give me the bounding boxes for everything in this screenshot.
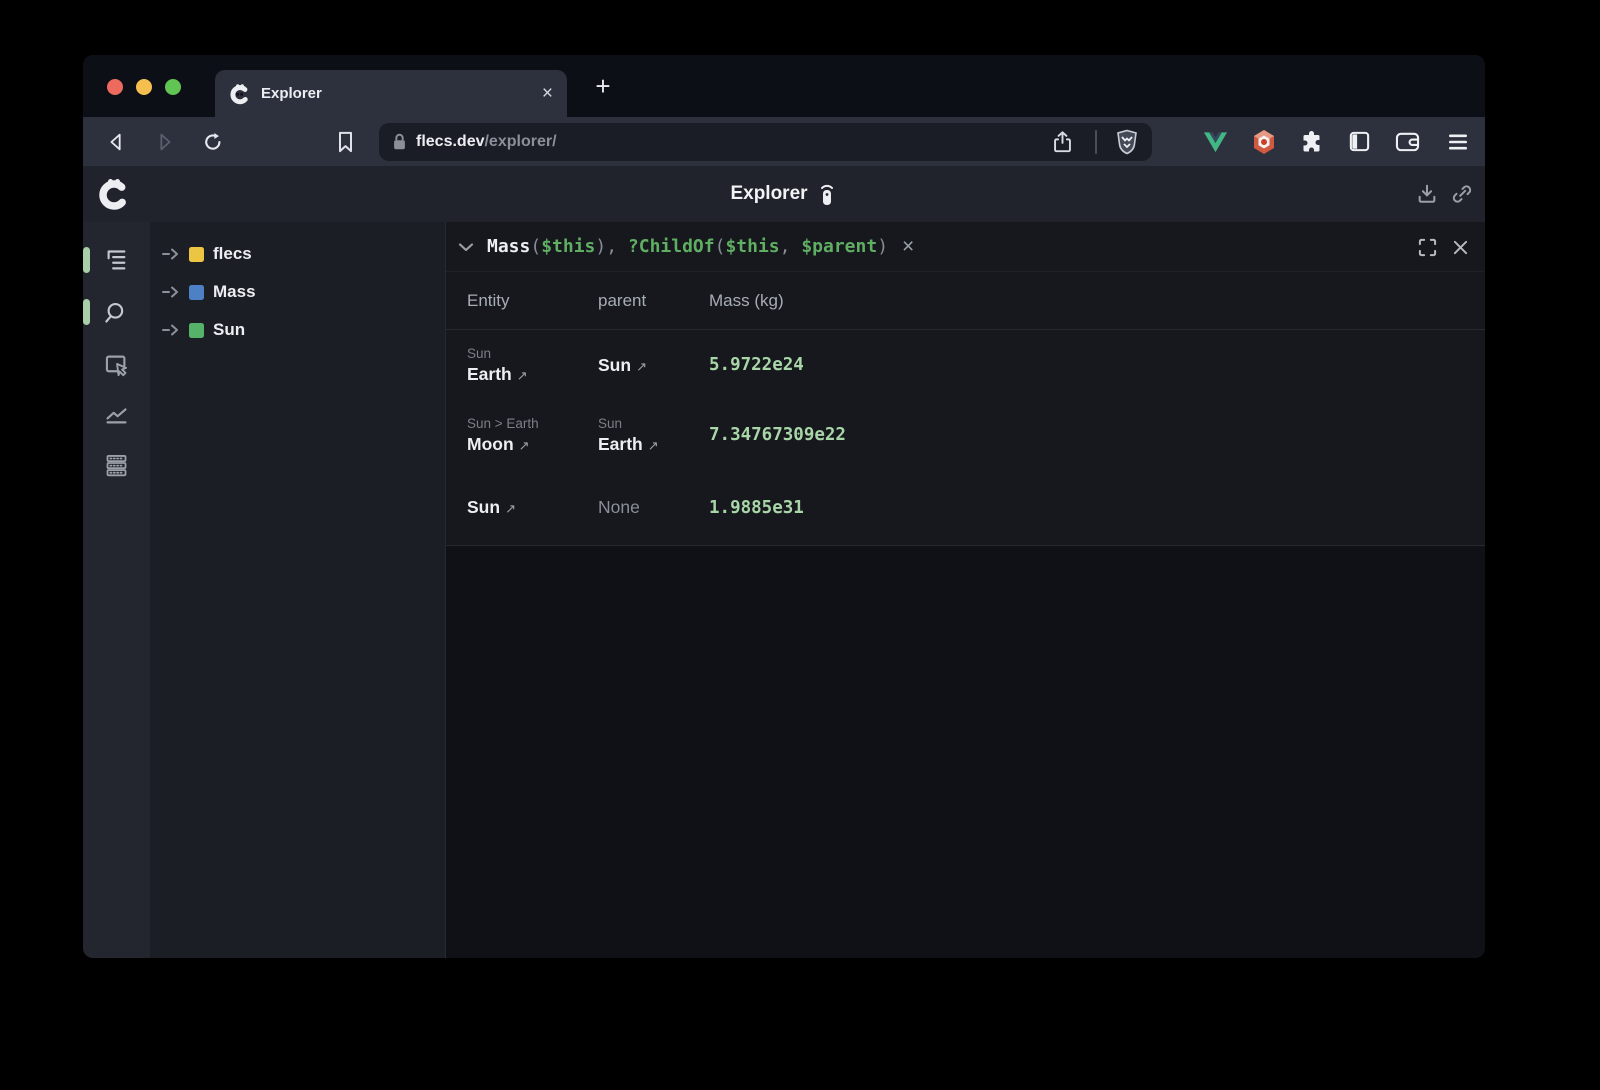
close-window-button[interactable] [107, 79, 123, 95]
tab-title: Explorer [261, 85, 542, 102]
parent-link[interactable]: Earth↗ [598, 433, 709, 456]
query-expression[interactable]: Mass($this), ?ChildOf($this, $parent) [487, 236, 888, 257]
url-path: /explorer/ [484, 133, 556, 151]
browser-tab-explorer[interactable]: Explorer × [215, 70, 567, 117]
tree-item-label: Sun [213, 320, 245, 340]
table-row: Sun > Earth Moon↗ Sun Earth↗ 7.34767309e… [446, 400, 1485, 470]
active-indicator [83, 247, 90, 273]
expand-arrow-icon[interactable] [162, 286, 182, 298]
browser-window: Explorer × + fle [83, 55, 1485, 958]
extensions-puzzle-icon[interactable] [1300, 130, 1324, 154]
module-color-swatch [189, 247, 204, 262]
browser-toolbar: flecs.dev/explorer/ [83, 117, 1485, 166]
sidebar-panel-icon[interactable] [1348, 130, 1371, 153]
inspector-icon[interactable] [103, 351, 130, 378]
flecs-logo-icon [97, 177, 131, 211]
vue-devtools-extension-icon[interactable] [1203, 131, 1228, 153]
external-link-icon: ↗ [505, 501, 516, 516]
stats-chart-icon[interactable] [103, 401, 130, 428]
expand-arrow-icon[interactable] [162, 248, 182, 260]
parent-path: Sun [598, 415, 709, 433]
chevron-down-icon[interactable] [457, 241, 475, 253]
tree-item-mass[interactable]: Mass [150, 273, 445, 311]
new-tab-button[interactable]: + [588, 71, 618, 101]
column-header-entity: Entity [467, 291, 598, 311]
mass-value: 5.9722e24 [709, 355, 1485, 375]
entity-color-swatch [189, 323, 204, 338]
left-icon-sidebar [83, 222, 150, 958]
mass-value: 1.9885e31 [709, 498, 1485, 518]
clear-query-icon[interactable]: × [902, 236, 914, 257]
query-panel-empty-area [446, 546, 1485, 958]
table-row: Sun Earth↗ Sun↗ 5.9722e24 [446, 330, 1485, 400]
query-header: Mass($this), ?ChildOf($this, $parent) × [446, 222, 1485, 272]
component-color-swatch [189, 285, 204, 300]
divider [1095, 130, 1097, 154]
entity-tree-panel: flecs Mass Sun [150, 222, 445, 958]
app-header: Explorer [83, 166, 1485, 222]
results-table-header: Entity parent Mass (kg) [446, 272, 1485, 330]
tree-item-sun[interactable]: Sun [150, 311, 445, 349]
tree-view-icon[interactable] [103, 247, 130, 274]
traffic-lights [107, 79, 181, 95]
tab-strip: Explorer × + [83, 55, 1485, 117]
column-header-mass: Mass (kg) [709, 291, 1485, 311]
remote-connection-icon[interactable] [816, 181, 838, 207]
entity-link[interactable]: Sun↗ [467, 496, 598, 519]
minimize-window-button[interactable] [136, 79, 152, 95]
back-button[interactable] [105, 131, 127, 153]
tree-item-flecs[interactable]: flecs [150, 235, 445, 273]
tree-item-label: Mass [213, 282, 256, 302]
forward-button[interactable] [154, 131, 176, 153]
hexagon-extension-icon[interactable] [1252, 129, 1276, 155]
parent-none-value: None [598, 497, 709, 518]
parent-link[interactable]: Sun↗ [598, 354, 709, 377]
active-indicator [83, 299, 90, 325]
reload-button[interactable] [202, 131, 224, 153]
expand-arrow-icon[interactable] [162, 324, 182, 336]
tab-close-icon[interactable]: × [542, 84, 553, 103]
mass-value: 7.34767309e22 [709, 425, 1485, 445]
page-title: Explorer [730, 183, 807, 205]
url-host: flecs.dev [416, 133, 484, 151]
search-icon[interactable] [103, 299, 130, 326]
external-link-icon: ↗ [519, 438, 530, 453]
external-link-icon: ↗ [648, 438, 659, 453]
entity-parent-path: Sun > Earth [467, 415, 598, 433]
favicon-flecs-logo [229, 83, 251, 105]
tables-memory-icon[interactable] [103, 452, 130, 479]
external-link-icon: ↗ [517, 368, 528, 383]
close-panel-icon[interactable] [1452, 239, 1469, 256]
share-icon[interactable] [1052, 130, 1073, 154]
maximize-window-button[interactable] [165, 79, 181, 95]
wallet-icon[interactable] [1395, 130, 1420, 153]
address-bar[interactable]: flecs.dev/explorer/ [379, 123, 1152, 161]
fullscreen-icon[interactable] [1418, 238, 1437, 257]
external-link-icon: ↗ [636, 359, 647, 374]
download-icon[interactable] [1416, 183, 1438, 205]
query-panel: Mass($this), ?ChildOf($this, $parent) × … [445, 222, 1485, 958]
tree-item-label: flecs [213, 244, 252, 264]
brave-shield-icon[interactable] [1115, 129, 1139, 155]
entity-parent-path: Sun [467, 345, 598, 363]
column-header-parent: parent [598, 291, 709, 311]
bookmark-icon[interactable] [336, 131, 355, 153]
table-row: Sun↗ None 1.9885e31 [446, 470, 1485, 545]
link-icon[interactable] [1451, 183, 1473, 205]
entity-link[interactable]: Earth↗ [467, 363, 598, 386]
menu-icon[interactable] [1447, 132, 1469, 152]
entity-link[interactable]: Moon↗ [467, 433, 598, 456]
lock-icon [392, 133, 407, 151]
